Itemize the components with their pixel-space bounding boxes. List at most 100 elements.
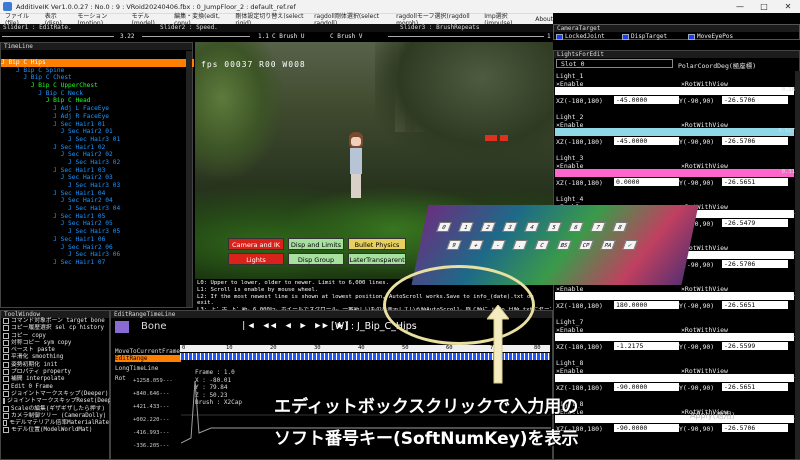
timeline-row[interactable]: J Sec Hair3 05 xyxy=(1,228,194,236)
timeline-row[interactable]: J Sec Hair2 04 xyxy=(1,197,194,205)
soft-key[interactable]: PA xyxy=(600,240,616,250)
disp-group-button[interactable]: Disp Group xyxy=(288,253,344,265)
soft-key[interactable]: 4 xyxy=(524,222,540,232)
menu-about[interactable]: About xyxy=(535,16,553,23)
y-input[interactable]: -26.5651 xyxy=(722,178,788,186)
timeline-row[interactable]: J Sec Hair3 04 xyxy=(1,205,194,213)
timeline-scrollbar[interactable] xyxy=(186,51,192,307)
timeline-row[interactable]: J Sec Hair3 02 xyxy=(1,159,194,167)
timeline-row[interactable]: J Sec Hair2 06 xyxy=(1,244,194,252)
xz-input[interactable]: 180.0000 xyxy=(614,301,679,309)
timeline-row[interactable]: J Bip C Hips xyxy=(1,59,194,67)
slider1-track[interactable] xyxy=(2,36,114,37)
move-to-current-frame[interactable]: MoveToCurrentFrame xyxy=(115,348,180,355)
light-color-bar[interactable] xyxy=(555,374,794,382)
timeline-row[interactable]: J Bip C Head xyxy=(1,97,194,105)
soft-key[interactable]: + xyxy=(468,240,484,250)
tool-item[interactable]: コピー copy xyxy=(3,332,109,340)
timeline-row[interactable]: J Adj L FaceEye xyxy=(1,105,194,113)
slider3-track[interactable] xyxy=(388,36,544,37)
disp-limits-button[interactable]: Disp and Limits xyxy=(288,238,344,250)
soft-key[interactable]: C xyxy=(534,240,550,250)
soft-key[interactable]: 8 xyxy=(612,222,628,232)
soft-key[interactable]: 1 xyxy=(458,222,474,232)
tool-item[interactable]: Scaleの編集(ギザギザしたら押す) xyxy=(3,405,109,413)
y-input[interactable]: -26.5706 xyxy=(722,137,788,145)
later-transparent-button[interactable]: LaterTransparent xyxy=(348,253,406,265)
soft-key[interactable]: CP xyxy=(578,240,594,250)
timeline-row[interactable]: J Sec Hair1 02 xyxy=(1,144,194,152)
timeline-row[interactable]: J Sec Hair1 07 xyxy=(1,259,194,267)
y-input[interactable]: -26.5599 xyxy=(722,342,788,350)
soft-key[interactable]: ✓ xyxy=(622,240,638,250)
timeline-row[interactable]: J Sec Hair2 02 xyxy=(1,151,194,159)
polar-coord-mode[interactable]: PolarCoordDeg(極座標) xyxy=(678,60,756,70)
light-color-bar[interactable] xyxy=(555,415,794,423)
light-color-bar[interactable] xyxy=(555,169,794,177)
timeline-row[interactable]: J Sec Hair2 01 xyxy=(1,128,194,136)
timeline-row[interactable]: J Adj R FaceEye xyxy=(1,113,194,121)
soft-key[interactable]: 0 xyxy=(436,222,452,232)
timeline-row[interactable]: J Sec Hair3 01 xyxy=(1,136,194,144)
light-color-bar[interactable] xyxy=(555,128,794,136)
timeline-row[interactable]: J Bip C Chest xyxy=(1,74,194,82)
timeline-row[interactable]: J Sec Hair1 06 xyxy=(1,236,194,244)
locked-joint-toggle[interactable]: LockedJoint xyxy=(556,33,605,40)
timeline-row[interactable]: J Sec Hair2 05 xyxy=(1,220,194,228)
tool-item[interactable]: 姿勢初期化 init xyxy=(3,361,109,369)
y-input[interactable]: -26.5706 xyxy=(722,260,788,268)
soft-key[interactable]: 3 xyxy=(502,222,518,232)
camera-ik-button[interactable]: Camera and IK xyxy=(228,238,284,250)
timeline-row[interactable]: J Bip C Neck xyxy=(1,90,194,98)
tool-item[interactable]: ジョイントマークスキップReset(Deeper) xyxy=(3,398,122,405)
slot-select[interactable]: Slot_0 xyxy=(556,59,673,68)
y-input[interactable]: -26.5706 xyxy=(722,424,788,432)
timeline-row[interactable]: J Sec Hair1 04 xyxy=(1,190,194,198)
minimize-icon[interactable]: — xyxy=(728,0,752,13)
xz-input[interactable]: -45.0000 xyxy=(614,96,679,104)
timeline-row[interactable]: J Sec Hair1 01 xyxy=(1,121,194,129)
maximize-icon[interactable]: □ xyxy=(752,0,776,13)
tool-item[interactable]: 補間 interpolate xyxy=(3,376,109,383)
edit-range-label[interactable]: EditRange xyxy=(115,355,181,362)
soft-key[interactable]: 6 xyxy=(568,222,584,232)
bullet-physics-button[interactable]: Bullet Physics xyxy=(348,238,406,250)
soft-key[interactable]: - xyxy=(490,240,506,250)
tool-item[interactable]: Edit 0 Frame xyxy=(3,383,109,391)
xz-input[interactable]: -45.0000 xyxy=(614,137,679,145)
light-color-bar[interactable] xyxy=(555,87,794,95)
soft-key[interactable]: 9 xyxy=(446,240,462,250)
y-input[interactable]: -26.5706 xyxy=(722,96,788,104)
close-icon[interactable]: ✕ xyxy=(776,0,800,13)
disp-target-toggle[interactable]: DispTarget xyxy=(622,33,667,40)
soft-key[interactable]: 5 xyxy=(546,222,562,232)
y-input[interactable]: -26.5651 xyxy=(722,301,788,309)
soft-key[interactable]: 2 xyxy=(480,222,496,232)
xz-input[interactable]: -90.0000 xyxy=(614,424,679,432)
timeline-row[interactable]: J Sec Hair3 06 xyxy=(1,251,194,259)
tool-item[interactable]: コピー履歴選択 sel cp history xyxy=(3,325,109,332)
xz-input[interactable]: 0.0000 xyxy=(614,178,679,186)
soft-key[interactable]: . xyxy=(512,240,528,250)
soft-key[interactable]: 7 xyxy=(590,222,606,232)
y-input[interactable]: -26.5651 xyxy=(722,383,788,391)
y-input[interactable]: -26.5479 xyxy=(722,219,788,227)
apply-label[interactable]: Apply(適用) xyxy=(690,410,735,421)
tool-item[interactable]: モデル位置(ModelWorldMat) xyxy=(3,427,109,434)
light-color-bar[interactable] xyxy=(555,333,794,341)
timeline-row[interactable]: J Sec Hair1 05 xyxy=(1,213,194,221)
timeline-row[interactable]: J Bip C Spine xyxy=(1,67,194,75)
move-eyepos-toggle[interactable]: MoveEyePos xyxy=(688,33,733,40)
timeline-row[interactable]: J Bip C UpperChest xyxy=(1,82,194,90)
light-color-bar[interactable] xyxy=(555,292,794,300)
timeline-row[interactable]: J Sec Hair3 03 xyxy=(1,182,194,190)
timeline-row[interactable]: J Sec Hair2 03 xyxy=(1,174,194,182)
lights-button[interactable]: Lights xyxy=(228,253,284,265)
lights-scrollbar[interactable] xyxy=(795,71,800,459)
slider2-track[interactable] xyxy=(142,36,250,37)
timeline-row[interactable]: J Sec Hair1 03 xyxy=(1,167,194,175)
xz-input[interactable]: -90.0000 xyxy=(614,383,679,391)
avatar-model[interactable] xyxy=(345,132,367,202)
soft-key[interactable]: BS xyxy=(556,240,572,250)
xz-input[interactable]: -1.2175 xyxy=(614,342,679,350)
